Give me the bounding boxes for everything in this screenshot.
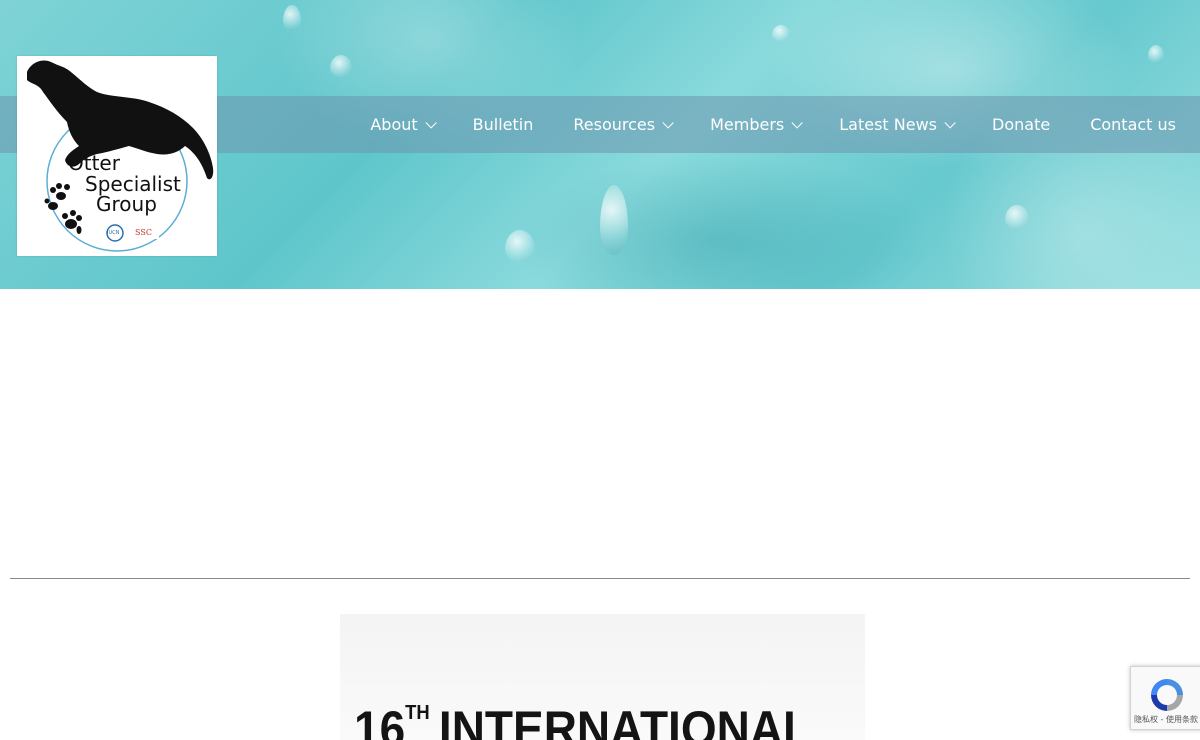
logo-text-group: Group: [96, 192, 157, 216]
nav-donate[interactable]: Donate: [972, 96, 1070, 153]
banner-suffix: TH: [405, 702, 430, 724]
nav-latest-news[interactable]: Latest News: [819, 96, 972, 153]
banner-word: INTERNATIONAL: [438, 701, 812, 740]
recaptcha-badge[interactable]: 隐私权 - 使用条款: [1130, 666, 1200, 730]
ssc-badge-text: SSC: [135, 228, 152, 237]
otter-silhouette-icon: [27, 60, 214, 180]
nav-resources-label: Resources: [573, 115, 656, 134]
nav-about-label: About: [370, 115, 418, 134]
water-drop-decoration: [600, 185, 628, 255]
banner-number: 16: [354, 701, 406, 740]
water-drop-decoration: [772, 25, 790, 41]
banner-heading: 16TH INTERNATIONAL: [354, 700, 811, 740]
nav-contact-us-label: Contact us: [1090, 115, 1176, 134]
chevron-down-icon: [662, 116, 674, 129]
nav-bulletin[interactable]: Bulletin: [453, 96, 554, 153]
logo-text-otter: Otter: [68, 151, 120, 175]
conference-banner-image[interactable]: 16TH INTERNATIONAL: [340, 614, 865, 740]
logo-text-specialist: Specialist: [85, 172, 181, 196]
nav-members[interactable]: Members: [690, 96, 819, 153]
water-drop-decoration: [283, 5, 301, 31]
nav-members-label: Members: [710, 115, 785, 134]
nav-latest-news-label: Latest News: [839, 115, 938, 134]
chevron-down-icon: [425, 116, 437, 129]
water-drop-decoration: [1005, 205, 1029, 229]
nav-bulletin-label: Bulletin: [472, 115, 534, 134]
nav-resources[interactable]: Resources: [553, 96, 690, 153]
nav-donate-label: Donate: [992, 115, 1051, 134]
water-drop-decoration: [505, 230, 535, 262]
chevron-down-icon: [944, 116, 956, 129]
chevron-down-icon: [791, 116, 804, 129]
recaptcha-links[interactable]: 隐私权 - 使用条款: [1131, 714, 1200, 725]
iucn-badge-text: IUCN: [107, 230, 120, 236]
main-menu: About Bulletin Resources Members Latest …: [350, 96, 1176, 153]
nav-about[interactable]: About: [350, 96, 452, 153]
water-drop-decoration: [330, 55, 352, 77]
content-divider: [10, 578, 1190, 579]
nav-contact-us[interactable]: Contact us: [1070, 96, 1176, 153]
water-drop-decoration: [1148, 45, 1164, 63]
recaptcha-logo-icon: [1151, 679, 1183, 711]
site-logo[interactable]: Otter Specialist Group IUCN SSC: [17, 56, 217, 256]
